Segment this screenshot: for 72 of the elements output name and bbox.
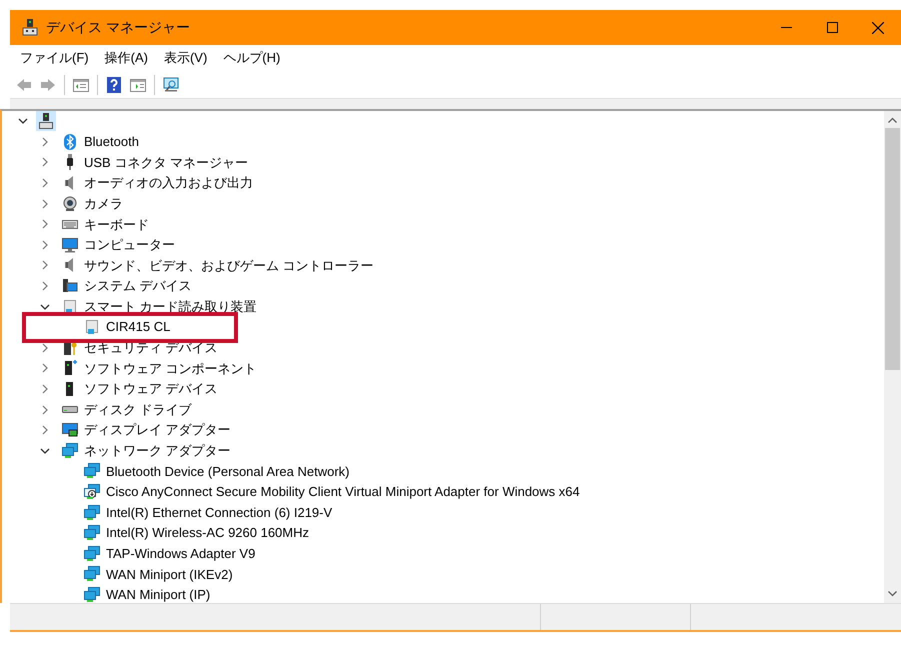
- network-icon: [84, 504, 100, 521]
- disk-drive-icon: [62, 406, 78, 414]
- bluetooth-icon: [62, 134, 78, 150]
- card-reader-icon: [62, 298, 78, 315]
- tree-item[interactable]: CIR415 CL: [106, 317, 170, 337]
- monitor-icon[interactable]: [161, 74, 181, 94]
- tree-item[interactable]: キーボード: [84, 214, 149, 234]
- collapse-chevron-icon[interactable]: [40, 446, 50, 456]
- tree-item[interactable]: サウンド、ビデオ、およびゲーム コントローラー: [84, 256, 374, 276]
- network-icon: [84, 566, 100, 582]
- tree-item[interactable]: Intel(R) Wireless-AC 9260 160MHz: [106, 523, 310, 543]
- scroll-up-icon[interactable]: [888, 117, 897, 123]
- close-icon: [872, 22, 884, 34]
- expand-chevron-icon[interactable]: [40, 240, 50, 250]
- maximize-icon: [826, 22, 838, 33]
- webcam-icon: [62, 196, 78, 212]
- tree-item[interactable]: ディスク ドライブ: [84, 400, 192, 420]
- expand-chevron-icon[interactable]: [40, 178, 50, 188]
- expand-chevron-icon[interactable]: [40, 198, 50, 209]
- expand-chevron-icon[interactable]: [40, 260, 50, 270]
- network-icon: [84, 586, 100, 603]
- network-icon: [84, 546, 100, 562]
- tree-item[interactable]: ソフトウェア コンポーネント: [84, 358, 257, 378]
- tree-item[interactable]: WAN Miniport (IP): [106, 585, 210, 603]
- expand-chevron-icon[interactable]: [40, 425, 50, 436]
- tree-item[interactable]: オーディオの入力および出力: [84, 173, 253, 193]
- tree-item[interactable]: ネットワーク アダプター: [84, 441, 231, 461]
- menu-item[interactable]: 表示(V): [158, 48, 214, 68]
- expand-chevron-icon[interactable]: [40, 281, 50, 292]
- expand-chevron-icon[interactable]: [40, 219, 50, 230]
- computer-node[interactable]: [36, 111, 56, 132]
- device-manager-icon: [22, 19, 38, 36]
- device-manager-icon: [38, 113, 54, 130]
- expand-chevron-icon[interactable]: [40, 342, 50, 353]
- tree-item[interactable]: TAP-Windows Adapter V9: [106, 544, 256, 564]
- computer-icon: [62, 278, 78, 294]
- tree-item[interactable]: カメラ: [84, 194, 123, 214]
- network-icon: [84, 463, 100, 480]
- network-download-icon: [84, 484, 100, 500]
- tree-item[interactable]: システム デバイス: [84, 276, 192, 296]
- tree-item[interactable]: WAN Miniport (IKEv2): [106, 564, 233, 584]
- tree-item[interactable]: セキュリティ デバイス: [84, 338, 218, 358]
- tree-item[interactable]: USB コネクタ マネージャー: [84, 152, 248, 172]
- window-title: デバイス マネージャー: [46, 18, 190, 37]
- scroll-down-icon[interactable]: [888, 591, 897, 597]
- expand-chevron-icon[interactable]: [40, 384, 50, 394]
- expand-chevron-icon[interactable]: [40, 136, 50, 147]
- expand-chevron-icon[interactable]: [40, 157, 50, 168]
- device-tower-icon: [62, 360, 78, 376]
- network-icon: [62, 442, 78, 459]
- menu-item[interactable]: ヘルプ(H): [217, 48, 286, 68]
- scrollbar-thumb[interactable]: [885, 128, 900, 370]
- collapse-chevron-icon[interactable]: [40, 302, 50, 312]
- monitor-icon: [62, 236, 78, 253]
- tree-item[interactable]: ディスプレイ アダプター: [84, 420, 231, 440]
- menu-item[interactable]: ファイル(F): [14, 48, 95, 68]
- card-reader-icon: [84, 319, 100, 336]
- help-icon[interactable]: [104, 74, 124, 94]
- tree-item[interactable]: コンピューター: [84, 235, 175, 255]
- tree-item[interactable]: ソフトウェア デバイス: [84, 379, 218, 399]
- tree-item[interactable]: Intel(R) Ethernet Connection (6) I219-V: [106, 502, 332, 522]
- expand-chevron-icon[interactable]: [40, 363, 50, 374]
- vertical-scrollbar[interactable]: [884, 111, 901, 603]
- menu-item[interactable]: 操作(A): [98, 48, 154, 68]
- collapse-chevron-icon[interactable]: [18, 116, 28, 126]
- tree-item[interactable]: Bluetooth: [84, 132, 139, 152]
- display-adapter-icon: [62, 422, 78, 438]
- network-icon: [84, 525, 100, 542]
- expand-chevron-icon[interactable]: [40, 404, 50, 415]
- tree-item[interactable]: Bluetooth Device (Personal Area Network): [106, 462, 350, 482]
- minimize-icon: [780, 26, 792, 28]
- tree-item[interactable]: Cisco AnyConnect Secure Mobility Client Virtual Miniport Adapter for Windows x64: [106, 482, 580, 502]
